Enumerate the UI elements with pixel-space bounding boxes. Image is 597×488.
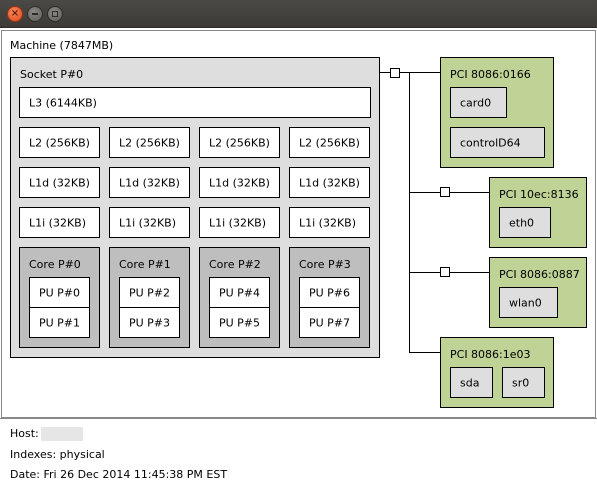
connector-line (410, 192, 440, 193)
os-device-label: sr0 (512, 376, 530, 389)
redacted-hostname (40, 427, 83, 441)
os-device-label: controlD64 (460, 136, 521, 149)
pu-box: PU P#6 (299, 277, 360, 308)
connector-line (450, 192, 489, 193)
l1d-cache: L1d (32KB) (109, 167, 190, 198)
pci-device-label: PCI 8086:0166 (450, 68, 531, 81)
l1d-cache: L1d (32KB) (199, 167, 280, 198)
indexes-line: Indexes: physical (10, 448, 105, 461)
l2-cache: L2 (256KB) (109, 127, 190, 158)
l1d-cache: L1d (32KB) (19, 167, 100, 198)
l2-cache: L2 (256KB) (289, 127, 370, 158)
core-label: Core P#0 (29, 258, 81, 271)
l1i-cache: L1i (32KB) (289, 207, 370, 238)
pci-device-label: PCI 10ec:8136 (499, 188, 579, 201)
host-line: Host: (10, 427, 83, 441)
pu-label: PU P#4 (218, 286, 261, 299)
os-device-label: card0 (460, 96, 492, 109)
bridge-node (440, 187, 450, 197)
lstopo-window: × Machine (7847MB) Socket P#0 L3 (6144KB… (0, 0, 597, 488)
connector-line (450, 272, 489, 273)
l1d-cache-label: L1d (32KB) (119, 176, 180, 189)
os-device-box: controlD64 (450, 127, 545, 158)
pu-box: PU P#5 (209, 307, 270, 338)
pu-label: PU P#6 (308, 286, 351, 299)
connector-line (410, 272, 440, 273)
l1d-cache-label: L1d (32KB) (299, 176, 360, 189)
l2-cache: L2 (256KB) (199, 127, 280, 158)
close-window-button[interactable]: × (7, 6, 23, 22)
pci-device-label: PCI 8086:0887 (499, 268, 580, 281)
pu-box: PU P#7 (299, 307, 360, 338)
socket-label: Socket P#0 (20, 68, 84, 81)
core-label: Core P#2 (209, 258, 261, 271)
pu-label: PU P#0 (38, 286, 81, 299)
connector-line (380, 72, 390, 73)
pu-box: PU P#1 (29, 307, 90, 338)
pu-label: PU P#7 (308, 316, 351, 329)
os-device-box: sr0 (502, 367, 545, 398)
bridge-node (440, 267, 450, 277)
os-device-box: card0 (450, 87, 507, 118)
pu-box: PU P#0 (29, 277, 90, 308)
core-label: Core P#1 (119, 258, 171, 271)
l2-cache-label: L2 (256KB) (29, 136, 90, 149)
l3-cache: L3 (6144KB) (19, 87, 371, 118)
connector-line (410, 72, 440, 73)
l1i-cache-label: L1i (32KB) (29, 216, 87, 229)
pci-device-label: PCI 8086:1e03 (450, 348, 531, 361)
os-device-label: sda (460, 376, 480, 389)
os-device-box: sda (450, 367, 493, 398)
l1i-cache-label: L1i (32KB) (299, 216, 357, 229)
bridge-node (390, 68, 400, 78)
machine-label: Machine (7847MB) (10, 39, 114, 52)
minimize-window-button[interactable] (27, 6, 43, 22)
os-device-label: wlan0 (509, 296, 542, 309)
l1i-cache-label: L1i (32KB) (119, 216, 177, 229)
l1d-cache-label: L1d (32KB) (29, 176, 90, 189)
l1i-cache: L1i (32KB) (109, 207, 190, 238)
title-bar: × (0, 0, 597, 28)
bus-line (409, 72, 410, 353)
os-device-box: eth0 (499, 207, 551, 238)
l2-cache-label: L2 (256KB) (209, 136, 270, 149)
l3-cache-label: L3 (6144KB) (29, 96, 97, 109)
l2-cache-label: L2 (256KB) (119, 136, 180, 149)
core-label: Core P#3 (299, 258, 351, 271)
pu-box: PU P#4 (209, 277, 270, 308)
maximize-window-button[interactable] (47, 6, 63, 22)
pu-label: PU P#3 (128, 316, 171, 329)
l1i-cache: L1i (32KB) (199, 207, 280, 238)
l1i-cache: L1i (32KB) (19, 207, 100, 238)
l1i-cache-label: L1i (32KB) (209, 216, 267, 229)
pu-box: PU P#3 (119, 307, 180, 338)
l1d-cache-label: L1d (32KB) (209, 176, 270, 189)
os-device-box: wlan0 (499, 287, 558, 318)
l2-cache: L2 (256KB) (19, 127, 100, 158)
connector-line (410, 352, 440, 353)
host-label: Host: (10, 427, 39, 440)
close-icon: × (10, 8, 20, 19)
l2-cache-label: L2 (256KB) (299, 136, 360, 149)
footer-separator (0, 418, 597, 419)
os-device-label: eth0 (509, 216, 535, 229)
pu-label: PU P#2 (128, 286, 171, 299)
date-line: Date: Fri 26 Dec 2014 11:45:38 PM EST (10, 468, 228, 481)
l1d-cache: L1d (32KB) (289, 167, 370, 198)
pu-label: PU P#5 (218, 316, 261, 329)
pu-label: PU P#1 (38, 316, 81, 329)
pu-box: PU P#2 (119, 277, 180, 308)
